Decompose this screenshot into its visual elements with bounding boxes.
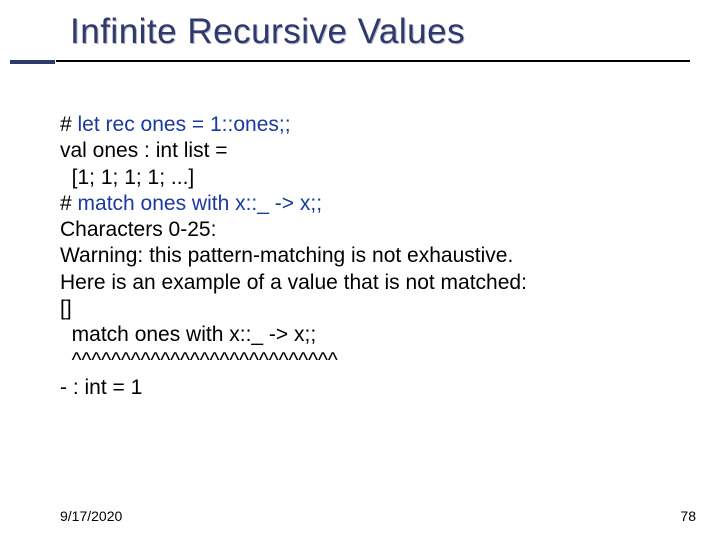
code-line: Here is an example of a value that is no… bbox=[60, 270, 680, 296]
user-input: let rec ones = 1::ones;; bbox=[78, 113, 291, 136]
code-line: val ones : int list = bbox=[60, 138, 680, 164]
code-body: # let rec ones = 1::ones;; val ones : in… bbox=[60, 112, 680, 401]
prompt-hash: # bbox=[60, 192, 78, 215]
accent-bar bbox=[10, 60, 55, 64]
user-input: match ones with x::_ -> x;; bbox=[78, 192, 323, 215]
code-line: # let rec ones = 1::ones;; bbox=[60, 112, 680, 138]
code-line: Characters 0-25: bbox=[60, 217, 680, 243]
code-line: # match ones with x::_ -> x;; bbox=[60, 191, 680, 217]
code-line: match ones with x::_ -> x;; bbox=[60, 322, 680, 348]
slide-title: Infinite Recursive Values bbox=[70, 12, 700, 52]
title-wrap: Infinite Recursive Values bbox=[70, 12, 700, 58]
prompt-hash: # bbox=[60, 113, 78, 136]
code-line: [1; 1; 1; 1; ...] bbox=[60, 165, 680, 191]
slide: Infinite Recursive Values # let rec ones… bbox=[0, 0, 720, 540]
code-line: [] bbox=[60, 296, 680, 322]
title-underline bbox=[56, 60, 690, 62]
footer-page-number: 78 bbox=[680, 508, 696, 524]
code-line: Warning: this pattern-matching is not ex… bbox=[60, 243, 680, 269]
code-line: ^^^^^^^^^^^^^^^^^^^^^^^^^^^ bbox=[60, 348, 680, 374]
code-line: - : int = 1 bbox=[60, 375, 680, 401]
footer-date: 9/17/2020 bbox=[60, 508, 122, 524]
